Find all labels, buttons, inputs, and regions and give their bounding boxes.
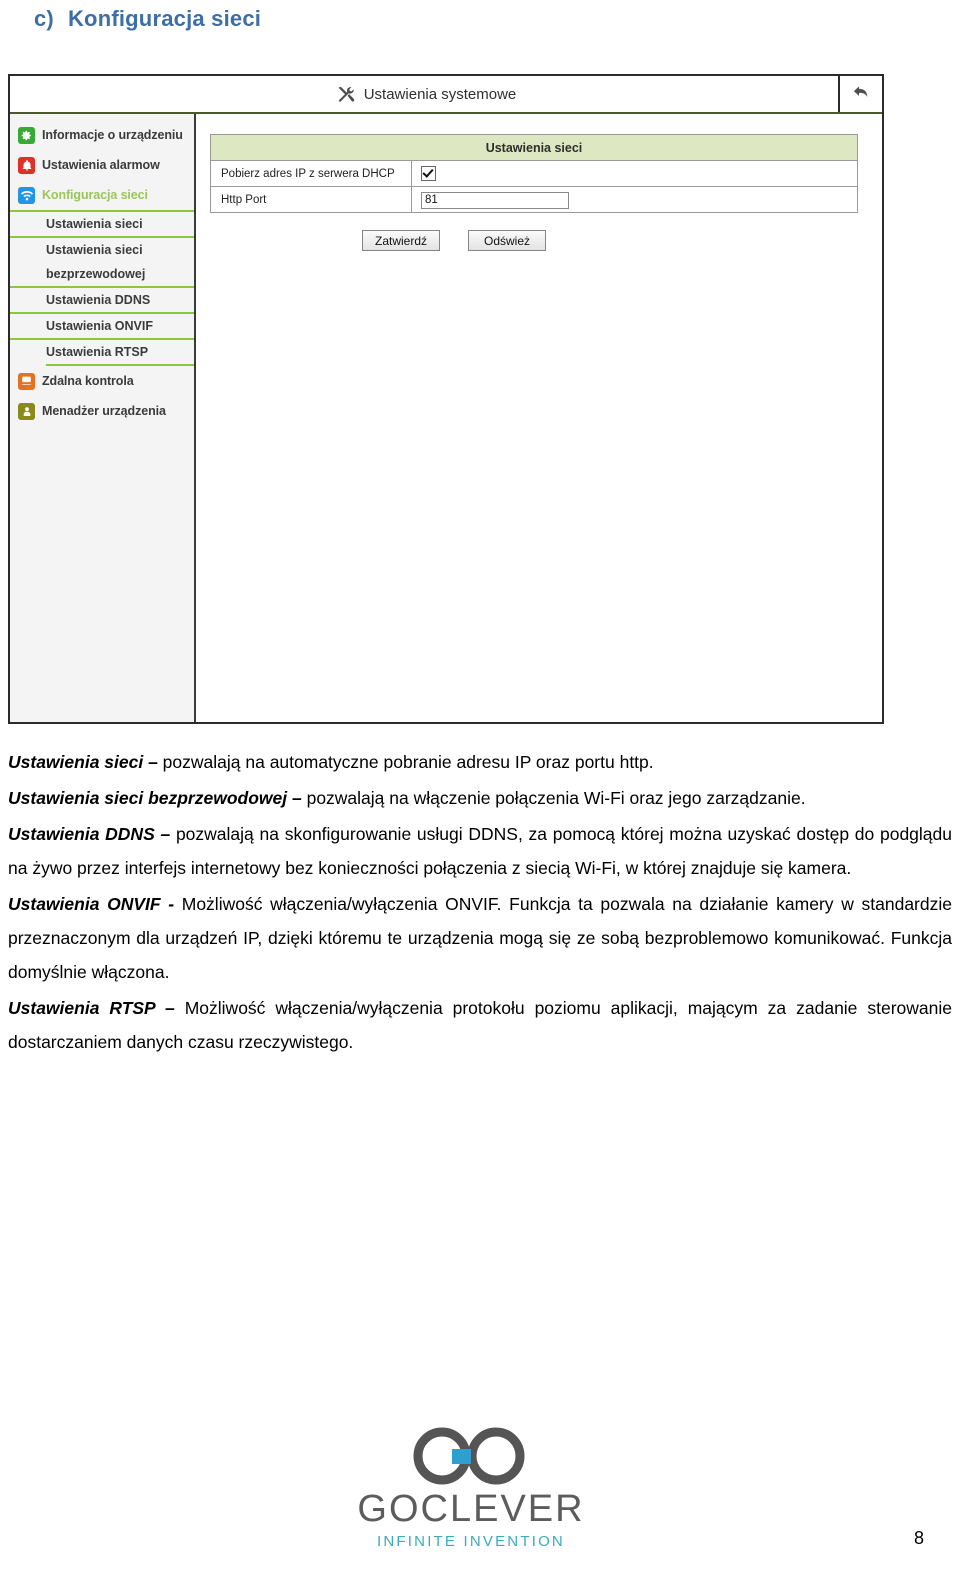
panel-actions: Zatwierdź Odśwież [196,230,882,251]
http-port-cell [411,186,858,213]
sidebar-item-wireless-settings[interactable]: Ustawienia sieci [10,236,194,262]
body-network-settings: pozwalają na automatyczne pobranie adres… [157,752,654,772]
app-titlebar-center: Ustawienia systemowe [10,76,842,112]
sidebar-item-wireless-settings-cont[interactable]: bezprzewodowej [10,262,194,286]
dhcp-label: Pobierz adres IP z serwera DHCP [210,160,412,187]
sidebar-item-label: Konfiguracja sieci [42,188,148,202]
sidebar-item-label: bezprzewodowej [46,267,146,281]
table-header-row: Ustawienia sieci [210,134,858,161]
body-wireless-settings: pozwalają na włączenie połączenia Wi-Fi … [301,788,806,808]
sidebar-item-label: Menadżer urządzenia [42,404,166,418]
wifi-icon [18,186,35,204]
paragraph-ddns-settings: Ustawienia DDNS – pozwalają na skonfigur… [8,817,952,885]
description-text: Ustawienia sieci – pozwalają na automaty… [8,745,952,1061]
sidebar-item-label: Ustawienia sieci [46,217,143,231]
sidebar-item-label: Ustawienia sieci [46,243,143,257]
sidebar-item-label: Zdalna kontrola [42,374,134,388]
remote-control-icon [18,372,35,390]
term-rtsp-settings: Ustawienia RTSP – [8,998,175,1018]
page-number: 8 [913,1528,924,1548]
paragraph-rtsp-settings: Ustawienia RTSP – Możliwość włączenia/wy… [8,991,952,1059]
sidebar-item-rtsp-settings[interactable]: Ustawienia RTSP [10,338,194,364]
table-row: Pobierz adres IP z serwera DHCP [210,160,858,187]
refresh-button[interactable]: Odśwież [468,230,546,251]
sidebar-item-label: Informacje o urządzeniu [42,128,183,142]
sidebar-item-device-manager[interactable]: Menadżer urządzenia [10,396,194,426]
sidebar-item-network-settings[interactable]: Ustawienia sieci [10,210,194,236]
back-arrow-icon [850,82,872,107]
paragraph-network-settings: Ustawienia sieci – pozwalają na automaty… [8,745,952,779]
gear-icon [18,126,35,144]
sidebar-item-label: Ustawienia ONVIF [46,319,153,333]
paragraph-onvif-settings: Ustawienia ONVIF - Możliwość włączenia/w… [8,887,952,989]
app-body: Informacje o urządzeniu Ustawienia alarm… [10,114,882,722]
sidebar-item-alarm-settings[interactable]: Ustawienia alarmow [10,150,194,180]
app-titlebar: Ustawienia systemowe [10,76,882,114]
sidebar-item-label: Ustawienia DDNS [46,293,151,307]
sidebar-item-network-config[interactable]: Konfiguracja sieci [10,180,194,210]
http-port-label: Http Port [210,186,412,213]
sidebar-item-onvif-settings[interactable]: Ustawienia ONVIF [10,312,194,338]
goclever-tagline: INFINITE INVENTION [377,1533,565,1550]
sidebar-item-label: Ustawienia alarmow [42,158,160,172]
network-settings-table: Ustawienia sieci Pobierz adres IP z serw… [210,134,858,213]
goclever-logo-mark [356,1425,586,1487]
goclever-wordmark: GOCLEVER [357,1488,585,1530]
page-title: c) Konfiguracja sieci [34,6,261,32]
page-title-marker: c) [34,6,54,31]
sidebar-item-device-info[interactable]: Informacje o urządzeniu [10,120,194,150]
app-screenshot: Ustawienia systemowe Informacje o urządz… [8,74,884,724]
sidebar-item-ddns-settings[interactable]: Ustawienia DDNS [10,286,194,312]
page-title-text: Konfiguracja sieci [67,6,262,31]
term-wireless-settings: Ustawienia sieci bezprzewodowej – [8,788,302,808]
bell-icon [18,156,35,174]
term-network-settings: Ustawienia sieci – [8,752,158,772]
http-port-input[interactable] [421,191,569,209]
sidebar: Informacje o urządzeniu Ustawienia alarm… [10,114,196,722]
back-button[interactable] [838,76,882,112]
paragraph-wireless-settings: Ustawienia sieci bezprzewodowej – pozwal… [8,781,952,815]
sidebar-item-remote-control[interactable]: Zdalna kontrola [10,366,194,396]
tools-icon [336,85,355,104]
table-row: Http Port [210,186,858,213]
goclever-logo: GOCLEVER INFINITE INVENTION [356,1425,586,1550]
submit-button[interactable]: Zatwierdź [362,230,440,251]
dhcp-cell [411,160,858,187]
dhcp-checkbox[interactable] [421,165,436,181]
table-header-label: Ustawienia sieci [210,134,858,161]
term-ddns-settings: Ustawienia DDNS – [8,824,171,844]
user-icon [18,402,35,420]
settings-panel: Ustawienia sieci Pobierz adres IP z serw… [196,114,882,722]
term-onvif-settings: Ustawienia ONVIF - [8,894,175,914]
sidebar-item-label: Ustawienia RTSP [46,345,149,359]
app-title: Ustawienia systemowe [363,85,517,103]
